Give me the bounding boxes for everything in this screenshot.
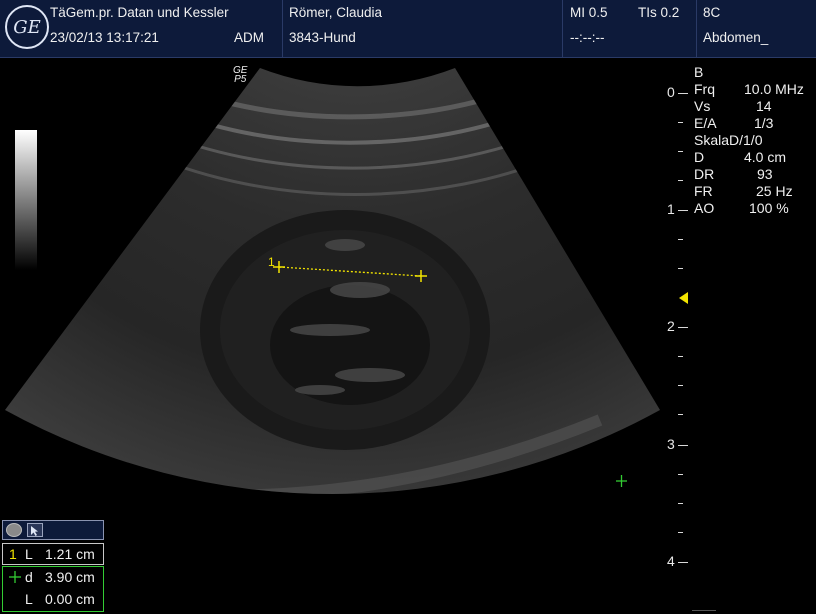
probe-orientation-mark: GE P5: [233, 65, 248, 85]
thermal-index: TIs 0.2: [638, 5, 680, 20]
caliper-number: 1: [9, 546, 17, 562]
crosshair-icon: [9, 569, 21, 585]
institution-name: TäGem.pr. Datan und Kessler: [50, 5, 229, 20]
record-button-icon[interactable]: [6, 523, 22, 537]
header-divider: [696, 0, 697, 57]
measurement-label: L: [25, 546, 33, 562]
depth-tick-minor: [678, 122, 683, 123]
depth-tick-major: [678, 445, 688, 446]
param-row: Vs 14: [694, 98, 772, 114]
param-row: AO 100 %: [694, 200, 789, 216]
exam-preset: Abdomen_: [703, 30, 769, 45]
operator-id: ADM: [234, 30, 264, 45]
param-row: FR 25 Hz: [694, 183, 793, 199]
focus-marker-icon[interactable]: [679, 292, 688, 304]
bright-echo: [220, 520, 440, 545]
depth-label: 3: [667, 436, 675, 452]
measurement-value: 3.90 cm: [45, 569, 95, 585]
header-bar: GE TäGem.pr. Datan und Kessler 23/02/13 …: [0, 0, 816, 58]
depth-tick-major: [678, 327, 688, 328]
measurement-label: d: [25, 569, 33, 585]
depth-tick-minor: [678, 385, 683, 386]
depth-tick-minor: [678, 356, 683, 357]
header-divider: [282, 0, 283, 57]
grayscale-bar: [15, 130, 37, 270]
param-row: E/A 1/3: [694, 115, 774, 131]
scale-baseline: [692, 610, 716, 611]
measurement-toolbar: [2, 520, 104, 540]
caliper-label: 1: [268, 255, 275, 269]
depth-tick-minor: [678, 474, 683, 475]
ge-logo-icon: GE: [5, 5, 49, 49]
param-row: B: [694, 64, 704, 80]
header-divider: [562, 0, 563, 57]
depth-tick-minor: [678, 268, 683, 269]
param-row: SkalaD/1/0: [694, 132, 763, 148]
measurement-label: L: [25, 591, 33, 607]
organ-medulla: [270, 285, 430, 405]
exam-datetime: 23/02/13 13:17:21: [50, 30, 159, 45]
measurement-result-1[interactable]: 1 L 1.21 cm: [2, 543, 104, 565]
measurement-row: d 3.90 cm: [3, 567, 103, 589]
measurement-value: 1.21 cm: [45, 546, 95, 562]
clock-readout: --:--:--: [570, 30, 605, 45]
depth-tick-minor: [678, 414, 683, 415]
depth-tick-minor: [678, 532, 683, 533]
depth-label: 2: [667, 318, 675, 334]
param-row: Frq 10.0 MHz: [694, 81, 804, 97]
mechanical-index: MI 0.5: [570, 5, 608, 20]
patient-id: 3843-Hund: [289, 30, 356, 45]
patient-name: Römer, Claudia: [289, 5, 383, 20]
depth-tick-minor: [678, 503, 683, 504]
measurement-row: 1 L 1.21 cm: [3, 544, 103, 566]
depth-tick-minor: [678, 180, 683, 181]
depth-tick-major: [678, 562, 688, 563]
depth-tick-minor: [678, 239, 683, 240]
depth-label: 0: [667, 84, 675, 100]
parameter-panel: B Frq 10.0 MHz Vs 14 E/A 1/3 SkalaD/1/0 D 4.…: [694, 64, 816, 217]
depth-tick-major: [678, 93, 688, 94]
probe-name: 8C: [703, 5, 721, 20]
param-row: DR 93: [694, 166, 773, 182]
depth-label: 4: [667, 553, 675, 569]
cursor-tool-icon[interactable]: [27, 523, 43, 537]
active-cursor-icon[interactable]: [616, 475, 627, 487]
param-row: D 4.0 cm: [694, 149, 787, 165]
depth-tick-major: [678, 210, 688, 211]
measurement-result-active[interactable]: d 3.90 cm L 0.00 cm: [2, 566, 104, 612]
measurement-value: 0.00 cm: [45, 591, 95, 607]
depth-label: 1: [667, 201, 675, 217]
depth-tick-minor: [678, 151, 683, 152]
measurement-row: L 0.00 cm: [3, 589, 103, 611]
